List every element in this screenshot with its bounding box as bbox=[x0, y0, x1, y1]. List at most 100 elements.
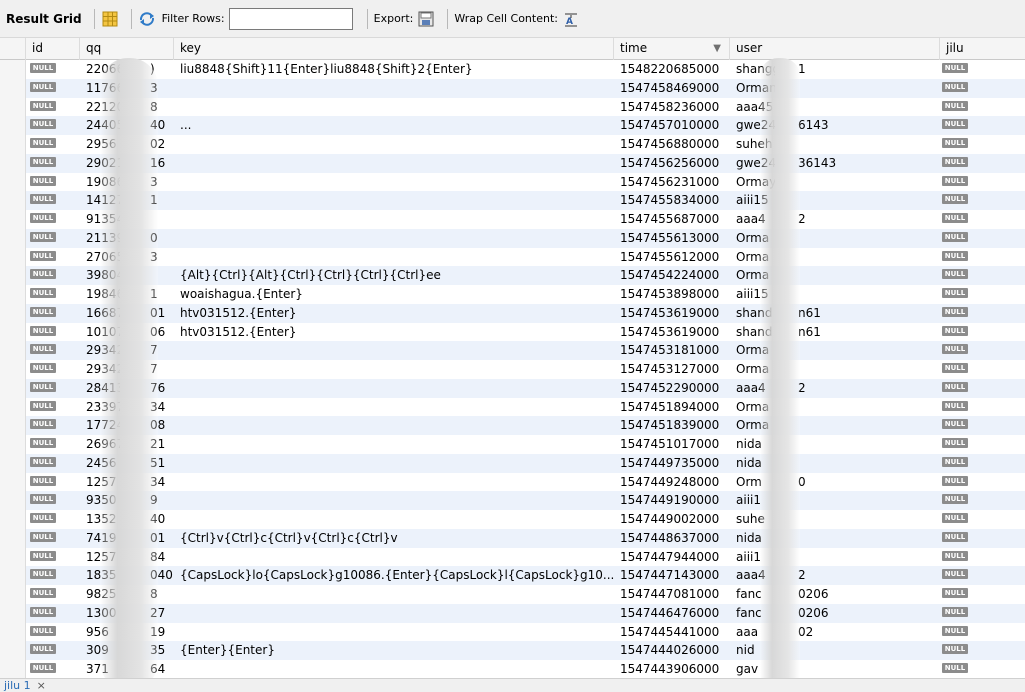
user-cell-end[interactable] bbox=[790, 398, 940, 417]
key-cell[interactable] bbox=[174, 173, 614, 192]
row-header[interactable] bbox=[0, 397, 26, 417]
user-cell-end[interactable] bbox=[790, 660, 940, 678]
jilu-null-cell[interactable]: NULL bbox=[942, 438, 968, 448]
row-header[interactable] bbox=[0, 60, 26, 79]
row-header[interactable] bbox=[0, 660, 26, 678]
result-tab-jilu-1[interactable]: jilu 1 × bbox=[4, 679, 46, 692]
id-null-cell[interactable]: NULL bbox=[30, 100, 56, 111]
id-null-cell[interactable]: NULL bbox=[30, 513, 56, 523]
row-header[interactable] bbox=[0, 135, 26, 154]
time-cell[interactable]: 1547453181000 bbox=[614, 341, 730, 360]
id-null-cell[interactable]: NULL bbox=[30, 269, 56, 280]
key-cell[interactable] bbox=[174, 360, 614, 379]
key-cell[interactable]: woaishagua.{Enter} bbox=[174, 285, 614, 304]
time-cell[interactable]: 1547451017000 bbox=[614, 435, 730, 454]
jilu-null-cell[interactable]: NULL bbox=[942, 325, 968, 336]
time-cell[interactable]: 1547453127000 bbox=[614, 360, 730, 379]
export-icon[interactable] bbox=[417, 10, 435, 28]
id-null-cell[interactable]: NULL bbox=[30, 644, 56, 655]
time-cell[interactable]: 1547453619000 bbox=[614, 304, 730, 323]
time-cell[interactable]: 1547455687000 bbox=[614, 210, 730, 229]
time-cell[interactable]: 1547445441000 bbox=[614, 623, 730, 642]
row-header[interactable] bbox=[0, 97, 26, 117]
key-cell[interactable] bbox=[174, 585, 614, 604]
jilu-null-cell[interactable]: NULL bbox=[942, 381, 968, 392]
key-cell[interactable] bbox=[174, 510, 614, 529]
jilu-null-cell[interactable]: NULL bbox=[942, 269, 968, 280]
user-cell-end[interactable] bbox=[790, 548, 940, 567]
key-cell[interactable]: htv031512.{Enter} bbox=[174, 304, 614, 323]
row-header[interactable] bbox=[0, 641, 26, 660]
key-cell[interactable] bbox=[174, 491, 614, 510]
time-cell[interactable]: 1547455613000 bbox=[614, 229, 730, 248]
key-cell[interactable] bbox=[174, 229, 614, 248]
key-cell[interactable] bbox=[174, 435, 614, 454]
row-header[interactable] bbox=[0, 191, 26, 210]
id-null-cell[interactable]: NULL bbox=[30, 663, 56, 673]
column-header-user[interactable]: user bbox=[730, 38, 940, 60]
user-cell-end[interactable] bbox=[790, 173, 940, 192]
row-header[interactable] bbox=[0, 622, 26, 642]
id-null-cell[interactable]: NULL bbox=[30, 325, 56, 336]
user-cell-end[interactable]: 0206 bbox=[790, 604, 940, 623]
key-cell[interactable] bbox=[174, 98, 614, 117]
user-cell-end[interactable]: 2 bbox=[790, 566, 940, 585]
id-null-cell[interactable]: NULL bbox=[30, 456, 56, 467]
row-header[interactable] bbox=[0, 510, 26, 529]
jilu-null-cell[interactable]: NULL bbox=[942, 231, 968, 242]
key-cell[interactable] bbox=[174, 248, 614, 267]
row-header[interactable] bbox=[0, 491, 26, 510]
user-cell-end[interactable] bbox=[790, 454, 940, 473]
row-header[interactable] bbox=[0, 360, 26, 379]
row-header[interactable] bbox=[0, 285, 26, 304]
id-null-cell[interactable]: NULL bbox=[30, 119, 56, 130]
row-header[interactable] bbox=[0, 453, 26, 473]
id-null-cell[interactable]: NULL bbox=[30, 194, 56, 205]
jilu-null-cell[interactable]: NULL bbox=[942, 119, 968, 130]
time-cell[interactable]: 1547449002000 bbox=[614, 510, 730, 529]
jilu-null-cell[interactable]: NULL bbox=[942, 363, 968, 373]
jilu-null-cell[interactable]: NULL bbox=[942, 81, 968, 92]
row-header[interactable] bbox=[0, 585, 26, 604]
user-cell-end[interactable] bbox=[790, 191, 940, 210]
jilu-null-cell[interactable]: NULL bbox=[942, 344, 968, 355]
row-header[interactable] bbox=[0, 472, 26, 492]
key-cell[interactable] bbox=[174, 548, 614, 567]
time-cell[interactable]: 1547449248000 bbox=[614, 473, 730, 492]
time-cell[interactable]: 1547444026000 bbox=[614, 641, 730, 660]
user-cell-end[interactable]: 0 bbox=[790, 473, 940, 492]
time-cell[interactable]: 1547448637000 bbox=[614, 529, 730, 548]
jilu-null-cell[interactable]: NULL bbox=[942, 550, 968, 561]
jilu-null-cell[interactable]: NULL bbox=[942, 513, 968, 523]
user-cell-end[interactable] bbox=[790, 98, 940, 117]
jilu-null-cell[interactable]: NULL bbox=[942, 456, 968, 467]
row-header[interactable] bbox=[0, 603, 26, 623]
id-null-cell[interactable]: NULL bbox=[30, 400, 56, 411]
id-null-cell[interactable]: NULL bbox=[30, 475, 56, 486]
time-cell[interactable]: 1547451894000 bbox=[614, 398, 730, 417]
key-cell[interactable] bbox=[174, 379, 614, 398]
grid-icon[interactable] bbox=[101, 10, 119, 28]
row-header[interactable] bbox=[0, 416, 26, 435]
row-header[interactable] bbox=[0, 322, 26, 342]
key-cell[interactable] bbox=[174, 210, 614, 229]
user-cell-end[interactable] bbox=[790, 135, 940, 154]
jilu-null-cell[interactable]: NULL bbox=[942, 400, 968, 411]
jilu-null-cell[interactable]: NULL bbox=[942, 288, 968, 298]
key-cell[interactable] bbox=[174, 416, 614, 435]
key-cell[interactable]: {Alt}{Ctrl}{Alt}{Ctrl}{Ctrl}{Ctrl}{Ctrl}… bbox=[174, 266, 614, 285]
row-header[interactable] bbox=[0, 435, 26, 454]
key-cell[interactable]: htv031512.{Enter} bbox=[174, 323, 614, 342]
time-cell[interactable]: 1547449735000 bbox=[614, 454, 730, 473]
key-cell[interactable]: ... bbox=[174, 116, 614, 135]
row-header[interactable] bbox=[0, 566, 26, 585]
time-cell[interactable]: 1547455612000 bbox=[614, 248, 730, 267]
key-cell[interactable] bbox=[174, 341, 614, 360]
time-cell[interactable]: 1547456231000 bbox=[614, 173, 730, 192]
jilu-null-cell[interactable]: NULL bbox=[942, 494, 968, 505]
time-cell[interactable]: 1547453898000 bbox=[614, 285, 730, 304]
id-null-cell[interactable]: NULL bbox=[30, 363, 56, 373]
jilu-null-cell[interactable]: NULL bbox=[942, 606, 968, 617]
row-header[interactable] bbox=[0, 78, 26, 98]
time-cell[interactable]: 1547455834000 bbox=[614, 191, 730, 210]
